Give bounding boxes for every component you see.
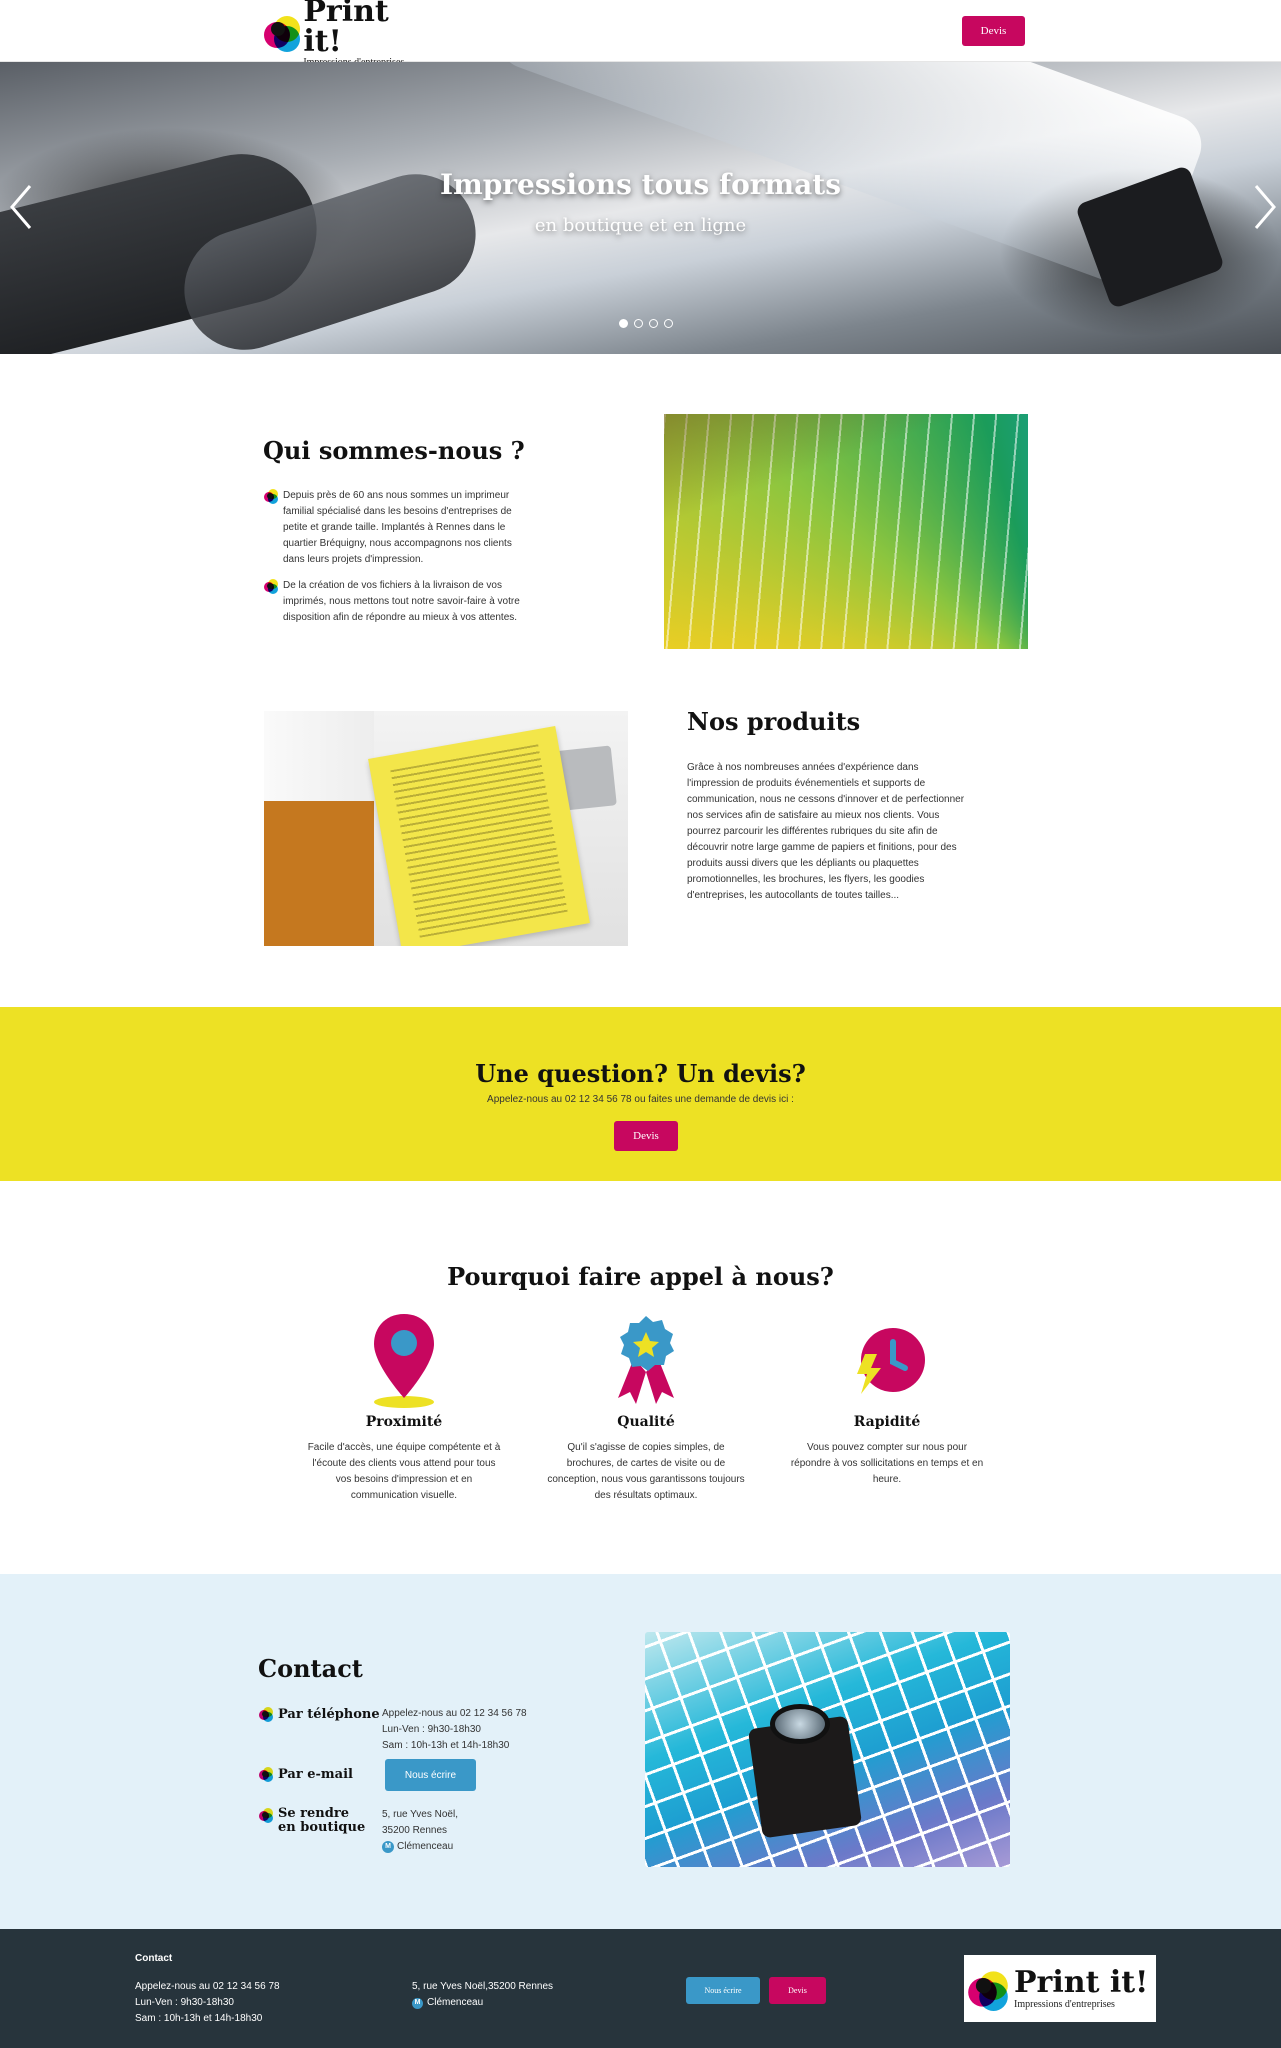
footer-logo[interactable]: Print it! Impressions d'entreprises: [964, 1955, 1156, 2022]
carousel-dot-1[interactable]: [619, 319, 628, 328]
footer-brand-tagline: Impressions d'entreprises: [1014, 1998, 1115, 2010]
about-item-1: Depuis près de 60 ans nous sommes un imp…: [263, 488, 533, 568]
why-item-text: Facile d'accès, une équipe compétente et…: [307, 1442, 501, 1501]
cmyk-bullet-icon: [263, 488, 283, 504]
footer-contact-heading: Contact: [135, 1953, 173, 1964]
cmyk-logo-icon: [262, 12, 300, 52]
clock-lightning-icon: [787, 1310, 987, 1410]
contact-phone-lines: Appelez-nous au 02 12 34 56 78 Lun-Ven :…: [382, 1706, 527, 1754]
carousel-dot-2[interactable]: [634, 319, 643, 328]
email-label: Par e-mail: [278, 1766, 353, 1782]
carousel-dots: [619, 319, 673, 328]
metro-icon: M: [412, 1997, 423, 2009]
award-ribbon-icon: [546, 1310, 746, 1410]
footer-address-line: 5, rue Yves Noël,35200 Rennes: [412, 1981, 554, 1992]
cmyk-bullet-icon: [263, 578, 283, 594]
chevron-left-icon: [10, 185, 32, 229]
phone-line: Appelez-nous au 02 12 34 56 78: [382, 1708, 527, 1719]
carousel-dot-4[interactable]: [664, 319, 673, 328]
footer-phone-line: Sam : 10h-13h et 14h-18h30: [135, 2013, 263, 2024]
why-item-title: Rapidité: [853, 1414, 921, 1430]
contact-email-label: Par e-mail: [258, 1766, 353, 1782]
brochure-image: [264, 711, 628, 946]
about-title: Qui sommes-nous ?: [263, 436, 525, 465]
cmyk-logo-icon: [966, 1967, 1010, 2011]
footer-brand-name: Print it!: [1014, 1964, 1149, 2000]
contact-write-button[interactable]: Nous écrire: [385, 1759, 476, 1791]
phone-line: Sam : 10h-13h et 14h-18h30: [382, 1740, 510, 1751]
footer-address: 5, rue Yves Noël,35200 Rennes M Clémence…: [412, 1979, 553, 2011]
shop-label: Se rendre en boutique: [278, 1806, 366, 1835]
hero-next-arrow[interactable]: [1250, 182, 1280, 232]
contact-title: Contact: [258, 1654, 363, 1683]
hero-prev-arrow[interactable]: [6, 182, 36, 232]
cta-title: Une question? Un devis?: [475, 1059, 806, 1088]
chevron-right-icon: [1254, 185, 1276, 229]
why-item-qualite: Qualité Qu'il s'agisse de copies simples…: [546, 1310, 746, 1504]
why-title: Pourquoi faire appel à nous?: [447, 1262, 834, 1291]
carousel-dot-3[interactable]: [649, 319, 658, 328]
contact-phone-label: Par téléphone: [258, 1706, 380, 1722]
cta-devis-button[interactable]: Devis: [614, 1121, 678, 1151]
why-item-text: Vous pouvez compter sur nous pour répond…: [790, 1442, 984, 1485]
site-header: Print it! Impressions d'entreprises Devi…: [0, 0, 1281, 67]
contact-address: 5, rue Yves Noël, 35200 Rennes M Clémenc…: [382, 1807, 458, 1855]
why-item-title: Proximité: [365, 1414, 443, 1430]
color-loupe-image: [645, 1632, 1010, 1867]
why-item-proximite: Proximité Facile d'accès, une équipe com…: [304, 1310, 504, 1504]
hero-carousel: Impressions tous formats en boutique et …: [0, 62, 1281, 354]
footer-metro: Clémenceau: [427, 1997, 484, 2008]
phone-line: Lun-Ven : 9h30-18h30: [382, 1724, 481, 1735]
why-item-rapidite: Rapidité Vous pouvez compter sur nous po…: [787, 1310, 987, 1488]
cta-text: Appelez-nous au 02 12 34 56 78 ou faites…: [487, 1094, 794, 1105]
footer-phone-line: Appelez-nous au 02 12 34 56 78: [135, 1981, 280, 1992]
metro-station: Clémenceau: [397, 1841, 454, 1852]
header-devis-button[interactable]: Devis: [962, 16, 1025, 46]
brand-logo[interactable]: Print it! Impressions d'entreprises: [262, 0, 432, 67]
address-line: 5, rue Yves Noël,: [382, 1809, 458, 1820]
brand-name: Print it!: [303, 0, 389, 59]
footer-write-button[interactable]: Nous écrire: [686, 1977, 760, 2004]
hero-subtitle: en boutique et en ligne: [534, 215, 747, 236]
products-title: Nos produits: [687, 707, 861, 736]
location-pin-icon: [304, 1310, 504, 1410]
about-paragraph-2: De la création de vos fichiers à la livr…: [283, 580, 520, 623]
about-paragraph-1: Depuis près de 60 ans nous sommes un imp…: [283, 490, 512, 565]
why-item-text: Qu'il s'agisse de copies simples, de bro…: [547, 1442, 745, 1501]
site-footer: Contact Appelez-nous au 02 12 34 56 78 L…: [0, 1929, 1281, 2048]
phone-label: Par téléphone: [278, 1706, 380, 1722]
color-swatch-image: [664, 414, 1028, 649]
cmyk-bullet-icon: [258, 1766, 278, 1782]
address-line: 35200 Rennes: [382, 1825, 448, 1836]
metro-icon: M: [382, 1841, 394, 1853]
cmyk-bullet-icon: [258, 1807, 278, 1823]
cmyk-bullet-icon: [258, 1706, 278, 1722]
about-item-2: De la création de vos fichiers à la livr…: [263, 578, 533, 626]
cta-band: Une question? Un devis? Appelez-nous au …: [0, 1007, 1281, 1181]
hero-title: Impressions tous formats: [440, 168, 841, 201]
products-text: Grâce à nos nombreuses années d'expérien…: [687, 762, 965, 901]
footer-phone-lines: Appelez-nous au 02 12 34 56 78 Lun-Ven :…: [135, 1979, 280, 2027]
footer-phone-line: Lun-Ven : 9h30-18h30: [135, 1997, 234, 2008]
why-item-title: Qualité: [617, 1414, 675, 1430]
contact-section: Contact Par téléphone Appelez-nous au 02…: [0, 1574, 1281, 1929]
footer-devis-button[interactable]: Devis: [769, 1977, 826, 2004]
contact-shop-label: Se rendre en boutique: [258, 1807, 368, 1835]
